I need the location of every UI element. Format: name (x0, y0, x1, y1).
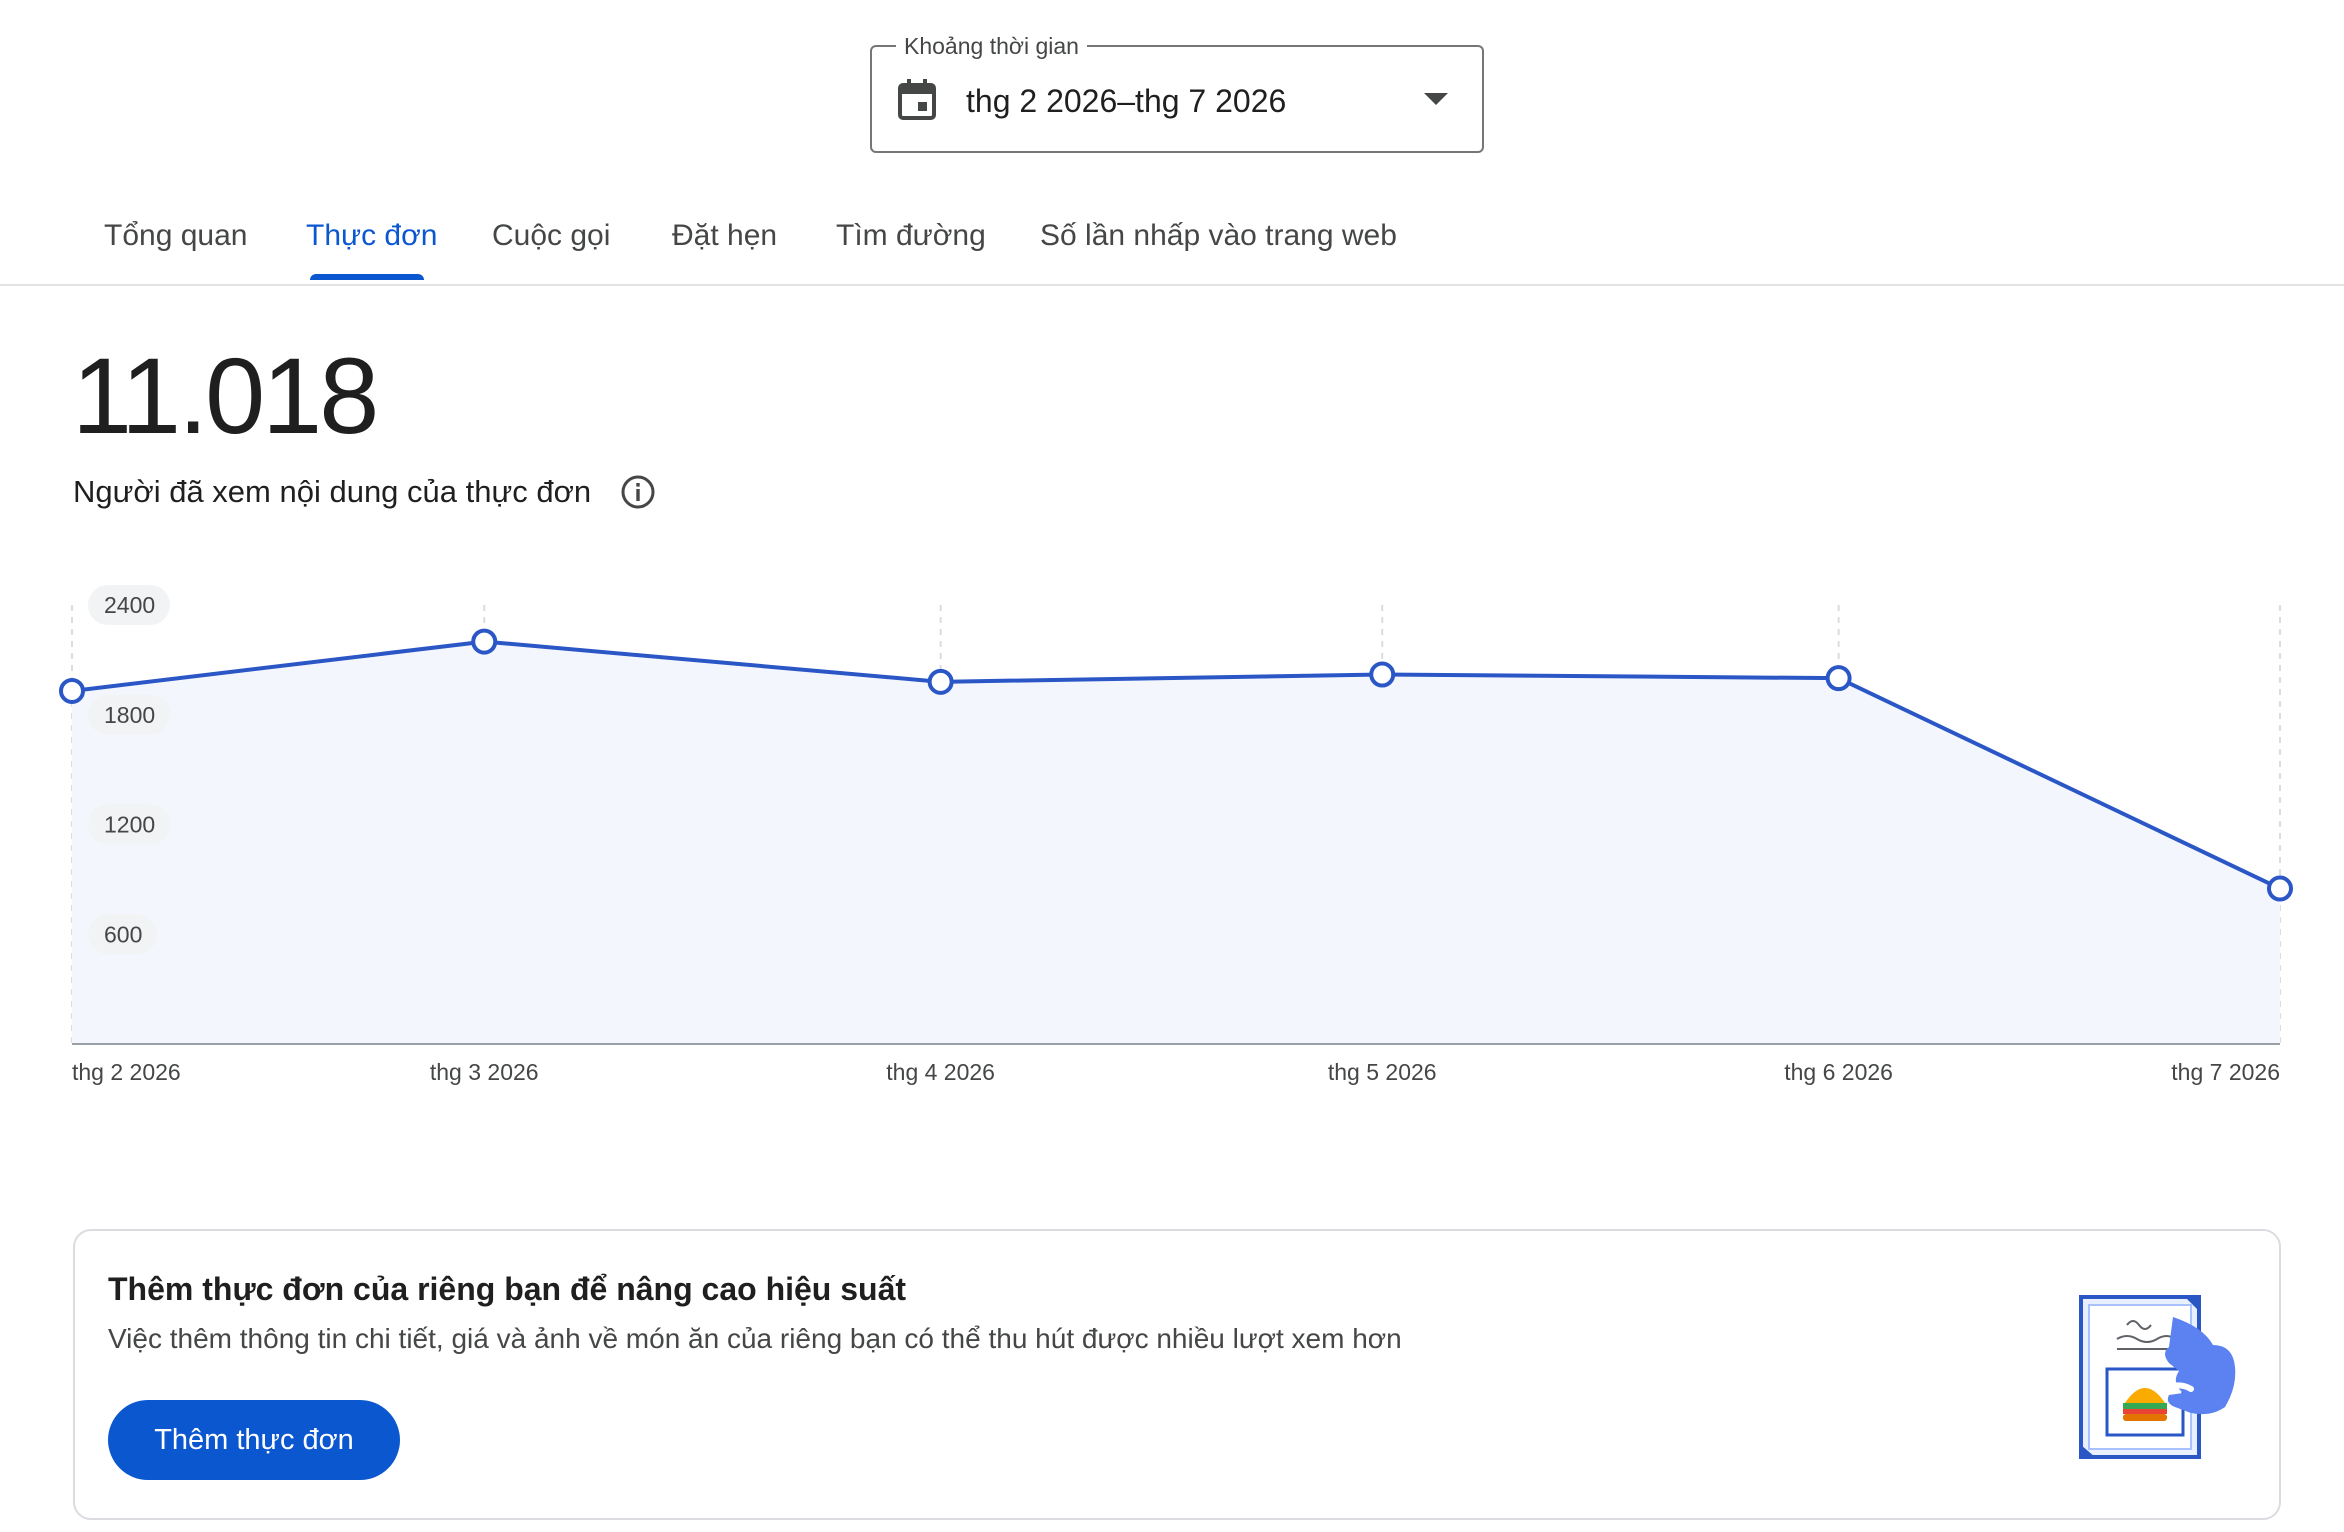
tab-calls[interactable]: Cuộc gọi (492, 214, 610, 284)
x-tick-label: thg 3 2026 (430, 1059, 539, 1085)
date-range-select[interactable]: Khoảng thời gian thg 2 2026–thg 7 2026 (870, 31, 1484, 153)
date-range-label: Khoảng thời gian (896, 31, 1087, 61)
dropdown-arrow-icon (1424, 93, 1448, 105)
y-tick-label: 600 (104, 921, 142, 947)
metric-label: Người đã xem nội dung của thực đơn (73, 474, 592, 509)
data-point (471, 628, 498, 655)
metric-value: 11.018 (72, 335, 379, 456)
active-tab-indicator (310, 274, 424, 280)
x-tick-label: thg 4 2026 (886, 1059, 995, 1085)
add-menu-promo-card: Thêm thực đơn của riêng bạn để nâng cao … (73, 1229, 2281, 1520)
tab-directions[interactable]: Tìm đường (836, 214, 986, 284)
data-point (1825, 665, 1852, 692)
data-point (2267, 875, 2293, 902)
info-icon[interactable] (620, 474, 656, 510)
x-tick-label: thg 7 2026 (2171, 1059, 2280, 1085)
menu-views-chart: 600 1200 1800 2400 thg 2 2026 thg 3 2026 thg 4… (0, 580, 2344, 1100)
x-tick-label: thg 2 2026 (72, 1059, 181, 1085)
calendar-icon (898, 79, 936, 120)
y-tick-label: 1200 (104, 812, 155, 838)
tab-website-clicks[interactable]: Số lần nhấp vào trang web (1040, 214, 1397, 284)
tab-overview[interactable]: Tổng quan (104, 214, 247, 284)
y-tick-label: 1800 (104, 702, 155, 728)
menu-illustration-icon (2079, 1295, 2236, 1459)
tab-bookings[interactable]: Đặt hẹn (672, 214, 777, 284)
y-tick-label: 2400 (104, 592, 155, 618)
add-menu-button[interactable]: Thêm thực đơn (108, 1400, 400, 1480)
data-point (59, 677, 85, 704)
promo-title: Thêm thực đơn của riêng bạn để nâng cao … (108, 1271, 907, 1307)
tab-bar: Tổng quan Thực đơn Cuộc gọi Đặt hẹn Tìm … (0, 200, 2344, 286)
x-tick-label: thg 5 2026 (1328, 1059, 1437, 1085)
area-fill (72, 641, 2280, 1044)
data-point (927, 668, 954, 695)
chart-svg: 600 1200 1800 2400 thg 2 2026 thg 3 2026 thg 4… (59, 585, 2293, 1085)
date-range-value: thg 2 2026–thg 7 2026 (966, 83, 1287, 119)
promo-description: Việc thêm thông tin chi tiết, giá và ảnh… (108, 1323, 1402, 1354)
data-point (1369, 661, 1396, 688)
x-tick-label: thg 6 2026 (1784, 1059, 1893, 1085)
